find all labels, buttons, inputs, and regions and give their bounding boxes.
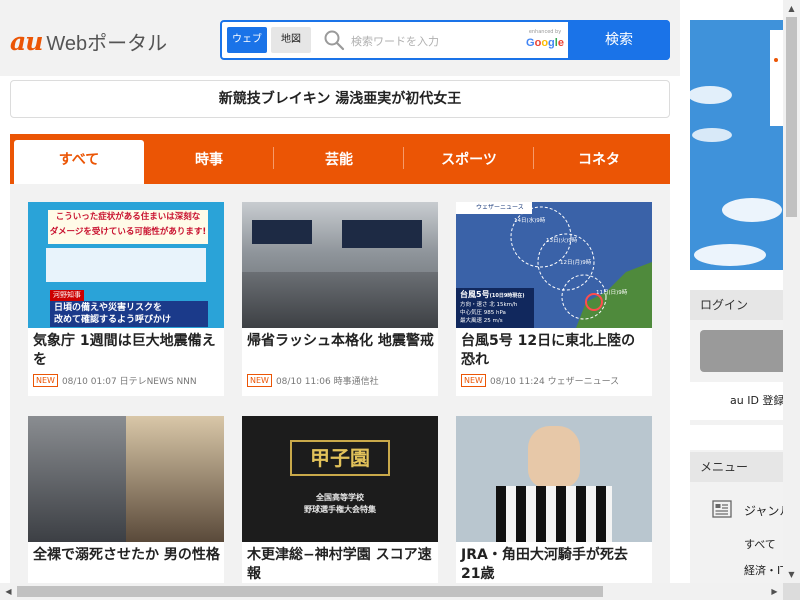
koshien-title: 甲子園 — [290, 440, 390, 476]
news-card[interactable]: JRA・角田大河騎手が死去 21歳 — [456, 416, 652, 600]
news-title: 台風5号 12日に東北上陸の恐れ — [461, 333, 636, 368]
top-headline[interactable]: 新競技ブレイキン 湯浅亜実が初代女王 — [10, 80, 670, 118]
departure-board-left — [252, 220, 312, 244]
news-title: 木更津総−神村学園 スコア速報 — [247, 547, 432, 582]
tab-entertainment[interactable]: 芸能 — [274, 140, 404, 184]
thumbnail-caption-2: ダメージを受けている可能性があります! — [49, 227, 207, 237]
news-meta: NEW 08/10 11:24 ウェザーニュース — [461, 374, 619, 387]
vertical-scroll-thumb[interactable] — [786, 17, 797, 217]
thumbnail-speaker-tag: 河野知事 — [50, 290, 84, 301]
scroll-down-arrow-icon[interactable]: ▼ — [783, 566, 800, 583]
koshien-subtitle-2: 野球選手権大会特集 — [304, 505, 376, 514]
jockey-face — [528, 426, 580, 488]
menu-item-all[interactable]: すべて — [744, 536, 776, 552]
thumbnail-diagram — [46, 248, 206, 282]
news-card[interactable]: こういった症状がある住まいは深刻な ダメージを受けている可能性があります! 河野… — [28, 202, 224, 396]
menu-item-economy-it[interactable]: 経済・IT — [744, 562, 787, 578]
news-time: 08/10 01:07 — [61, 377, 117, 387]
news-title: 全裸で溺死させたか 男の性格 — [33, 547, 220, 563]
news-source: 日テレNEWS NNN — [119, 377, 197, 387]
tab-sports[interactable]: スポーツ — [404, 140, 534, 184]
scrollbar-corner — [783, 583, 800, 600]
login-heading: ログイン — [690, 290, 783, 320]
scroll-right-arrow-icon[interactable]: ▶ — [766, 583, 783, 600]
news-thumbnail-portraits — [28, 416, 224, 542]
news-card[interactable]: 甲子園 全国高等学校 野球選手権大会特集 木更津総−神村学園 スコア速報 — [242, 416, 438, 600]
news-meta: NEW 08/10 11:06 時事通信社 — [247, 374, 379, 387]
thumbnail-subtitle: 日頃の備えや災害リスクを 改めて確認するよう呼びかけ — [50, 301, 208, 327]
login-panel: ログイン au ID 登録 — [690, 290, 783, 425]
track-label-12: 12日(月)9時 — [560, 260, 592, 266]
typhoon-pressure: 中心気圧 985 hPa — [460, 310, 506, 316]
thumbnail-caption-1: こういった症状がある住まいは深刻な — [55, 212, 201, 222]
search-box: ウェブ 地図 enhanced by Google 検索 — [220, 20, 670, 60]
horizontal-scroll-thumb[interactable] — [17, 586, 603, 597]
news-title: 気象庁 1週間は巨大地震備えを — [33, 333, 216, 368]
news-time: 08/10 11:06 — [275, 377, 331, 387]
search-button[interactable]: 検索 — [568, 20, 670, 60]
ad-sky-image — [690, 20, 783, 270]
typhoon-direction: 方向・速さ 北 15km/h — [460, 302, 518, 308]
news-source: ウェザーニュース — [547, 377, 620, 387]
au-id-register-link[interactable]: au ID 登録 — [690, 382, 783, 420]
news-source: 時事通信社 — [333, 377, 379, 387]
new-badge: NEW — [33, 374, 58, 387]
search-input[interactable] — [349, 28, 523, 54]
news-card[interactable]: 帰省ラッシュ本格化 地震警戒 NEW 08/10 11:06 時事通信社 — [242, 202, 438, 396]
logo-au: au — [10, 27, 43, 56]
thumbnail-caption-box: こういった症状がある住まいは深刻な ダメージを受けている可能性があります! — [48, 210, 208, 244]
genre-list-icon — [712, 500, 732, 518]
sky-ad-banner[interactable] — [690, 20, 783, 270]
search-icon — [324, 30, 345, 51]
header: au Webポータル ウェブ 地図 enhanced by Google 検索 — [0, 0, 680, 76]
menu-heading: メニュー — [690, 452, 783, 482]
typhoon-wind: 最大風速 25 m/s — [460, 318, 503, 324]
tab-all[interactable]: すべて — [14, 140, 144, 184]
menu-panel: メニュー ジャンル すべて 経済・IT — [690, 450, 791, 590]
news-meta: NEW 08/10 01:07 日テレNEWS NNN — [33, 374, 197, 387]
news-title: 帰省ラッシュ本格化 地震警戒 — [247, 333, 434, 349]
typhoon-info-box: 台風5号(10日9時現在) 方向・速さ 北 15km/h 中心気圧 985 hP… — [456, 288, 534, 328]
koshien-subtitle-1: 全国高等学校 — [316, 493, 364, 502]
category-tabs: すべて 時事 芸能 スポーツ コネタ — [10, 134, 670, 184]
crowd — [242, 272, 438, 328]
news-thumbnail-koshien: 甲子園 全国高等学校 野球選手権大会特集 — [242, 416, 438, 542]
news-thumbnail-jockey — [456, 416, 652, 542]
portrait-right — [126, 416, 224, 542]
news-thumbnail-typhoon-map: ウェザーニュース 14日(水)9時 13日(火)9時 12日(月)9時 11日(… — [456, 202, 652, 328]
new-badge: NEW — [247, 374, 272, 387]
typhoon-time: (10日9時現在) — [489, 293, 525, 299]
thumbnail-subtitle-1: 日頃の備えや災害リスクを — [54, 303, 163, 313]
track-label-11: 11日(日)9時 — [596, 290, 628, 296]
new-badge: NEW — [461, 374, 486, 387]
search-tab-map[interactable]: 地図 — [271, 27, 311, 53]
search-tab-web[interactable]: ウェブ — [227, 27, 267, 53]
scroll-left-arrow-icon[interactable]: ◀ — [0, 583, 17, 600]
au-web-portal-logo[interactable]: au Webポータル — [10, 27, 168, 56]
news-thumbnail-station — [242, 202, 438, 328]
news-time: 08/10 11:24 — [489, 377, 545, 387]
departure-board-right — [342, 220, 422, 248]
tab-current-affairs[interactable]: 時事 — [144, 140, 274, 184]
tab-trivia[interactable]: コネタ — [534, 140, 664, 184]
login-button[interactable] — [700, 330, 783, 372]
news-card[interactable]: 全裸で溺死させたか 男の性格 — [28, 416, 224, 600]
google-enhanced-logo: enhanced by Google — [525, 29, 565, 53]
news-thumbnail-earthquake: こういった症状がある住まいは深刻な ダメージを受けている可能性があります! 河野… — [28, 202, 224, 328]
scroll-up-arrow-icon[interactable]: ▲ — [783, 0, 800, 17]
news-card[interactable]: ウェザーニュース 14日(水)9時 13日(火)9時 12日(月)9時 11日(… — [456, 202, 652, 396]
google-enhanced-text: enhanced by — [528, 29, 562, 35]
news-title: JRA・角田大河騎手が死去 21歳 — [461, 547, 628, 582]
google-word: Google — [526, 37, 564, 49]
track-label-13: 13日(火)9時 — [546, 238, 578, 244]
typhoon-name: 台風5号 — [460, 290, 490, 299]
track-label-14: 14日(水)9時 — [514, 218, 546, 224]
logo-text: Webポータル — [46, 33, 168, 55]
thumbnail-subtitle-2: 改めて確認するよう呼びかけ — [54, 315, 172, 325]
jockey-silks — [496, 486, 612, 542]
portrait-left — [28, 416, 126, 542]
news-panel: すべて 時事 芸能 スポーツ コネタ こういった症状がある住まいは深刻な ダメー… — [10, 134, 670, 600]
